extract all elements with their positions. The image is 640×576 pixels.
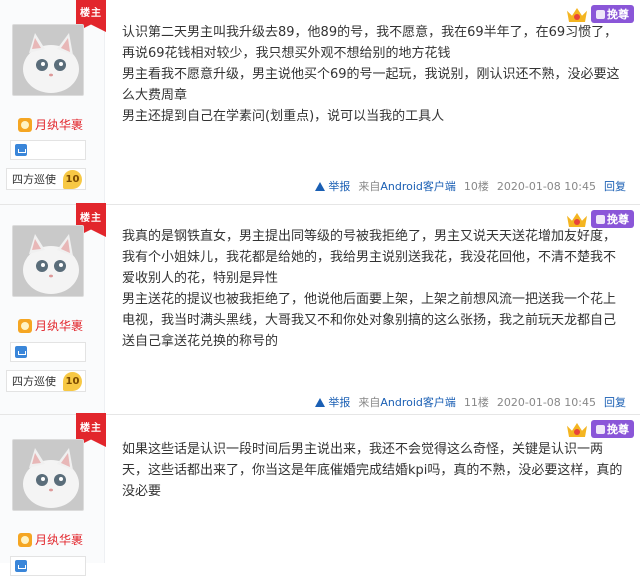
crown-icon xyxy=(566,419,588,439)
member-icon xyxy=(15,144,27,156)
avatar[interactable] xyxy=(12,24,84,96)
reply-link[interactable]: 回复 xyxy=(604,178,626,194)
reply-link[interactable]: 回复 xyxy=(604,394,626,410)
cat-avatar-image xyxy=(13,440,83,510)
post-paragraph: 男主送花的提议也被我拒绝了，他说他后面要上架，上架之前想风流一把送我一个花上电视… xyxy=(122,292,617,349)
hand-icon xyxy=(596,214,605,224)
username-text: 月纨华裹 xyxy=(35,533,84,547)
post-floor-12: 楼主 月纨华裹 挽尊 如果这些话是认识一段时间后男主说出来，我还不会觉得这么奇怪… xyxy=(0,413,640,576)
post-paragraph: 男主看我不愿意升级，男主说他买个69的号一起玩，我说别，刚认识还不熟，没必要这么… xyxy=(122,67,620,103)
username-text: 月纨华裹 xyxy=(35,118,84,132)
user-tag-box xyxy=(10,342,86,362)
avatar[interactable] xyxy=(12,439,84,511)
post-top-badges: 挽尊 xyxy=(566,4,634,24)
user-tag-box xyxy=(10,140,86,160)
username[interactable]: 月纨华裹 xyxy=(18,116,83,133)
username[interactable]: 月纨华裹 xyxy=(18,317,83,334)
hand-icon xyxy=(596,424,605,434)
vip-icon xyxy=(18,532,32,547)
user-tag-box xyxy=(10,556,86,576)
post-floor-10: 楼主 月纨华裹 四方巡使 10 挽尊 认识第二天男主叫我升级去89，他89的号，… xyxy=(0,0,640,205)
post-paragraph: 男主还提到自己在学素问(划重点)，说可以当我的工具人 xyxy=(122,109,445,124)
avatar[interactable] xyxy=(12,225,84,297)
post-paragraph: 认识第二天男主叫我升级去89，他89的号，我不愿意，我在69半年了，在69习惯了… xyxy=(122,25,618,61)
source-link[interactable]: Android客户端 xyxy=(380,396,456,409)
rank-title: 四方巡使 xyxy=(12,375,56,388)
post-footer: 举报 来自Android客户端 10楼 2020-01-08 10:45 回复 xyxy=(315,178,626,194)
post-time: 2020-01-08 10:45 xyxy=(496,395,596,409)
hand-icon xyxy=(596,9,605,19)
post-paragraph: 我真的是钢铁直女，男主提出同等级的号被我拒绝了，男主又说天天送花增加友好度，我有… xyxy=(122,229,617,286)
username[interactable]: 月纨华裹 xyxy=(18,531,83,548)
post-source: 来自Android客户端 xyxy=(358,396,456,409)
user-sidebar: 楼主 月纨华裹 xyxy=(0,413,106,576)
post-content: 我真的是钢铁直女，男主提出同等级的号被我拒绝了，男主又说天天送花增加友好度，我有… xyxy=(122,226,626,352)
report-link[interactable]: 举报 xyxy=(315,178,350,194)
wanzun-button[interactable]: 挽尊 xyxy=(591,420,634,438)
post-source: 来自Android客户端 xyxy=(358,180,456,193)
post-content: 认识第二天男主叫我升级去89，他89的号，我不愿意，我在69半年了，在69习惯了… xyxy=(122,22,626,127)
vip-icon xyxy=(18,117,32,132)
rank-title: 四方巡使 xyxy=(12,173,56,186)
level-box: 四方巡使 10 xyxy=(6,370,86,392)
warning-icon xyxy=(315,181,326,191)
post-paragraph: 如果这些话是认识一段时间后男主说出来，我还不会觉得这么奇怪，关键是认识一两天，这… xyxy=(122,442,623,499)
post-top-badges: 挽尊 xyxy=(566,419,634,439)
vip-icon xyxy=(18,318,32,333)
username-text: 月纨华裹 xyxy=(35,319,84,333)
level-badge: 10 xyxy=(63,170,82,189)
crown-icon xyxy=(566,4,588,24)
level-badge: 10 xyxy=(63,372,82,391)
member-icon xyxy=(15,560,27,572)
wanzun-button[interactable]: 挽尊 xyxy=(591,5,634,23)
report-link[interactable]: 举报 xyxy=(315,394,350,410)
user-sidebar: 楼主 月纨华裹 四方巡使 10 xyxy=(0,203,106,414)
floor-number: 10楼 xyxy=(463,180,489,193)
source-link[interactable]: Android客户端 xyxy=(380,180,456,193)
post-floor-11: 楼主 月纨华裹 四方巡使 10 挽尊 我真的是钢铁直女，男主提出同等级的号被我拒… xyxy=(0,203,640,415)
level-box: 四方巡使 10 xyxy=(6,168,86,190)
floor-number: 11楼 xyxy=(463,396,489,409)
cat-avatar-image xyxy=(13,226,83,296)
post-content: 如果这些话是认识一段时间后男主说出来，我还不会觉得这么奇怪，关键是认识一两天，这… xyxy=(122,439,626,502)
user-sidebar: 楼主 月纨华裹 四方巡使 10 xyxy=(0,0,106,204)
post-time: 2020-01-08 10:45 xyxy=(496,179,596,193)
post-footer: 举报 来自Android客户端 11楼 2020-01-08 10:45 回复 xyxy=(315,394,626,410)
warning-icon xyxy=(315,397,326,407)
cat-avatar-image xyxy=(13,25,83,95)
member-icon xyxy=(15,346,27,358)
